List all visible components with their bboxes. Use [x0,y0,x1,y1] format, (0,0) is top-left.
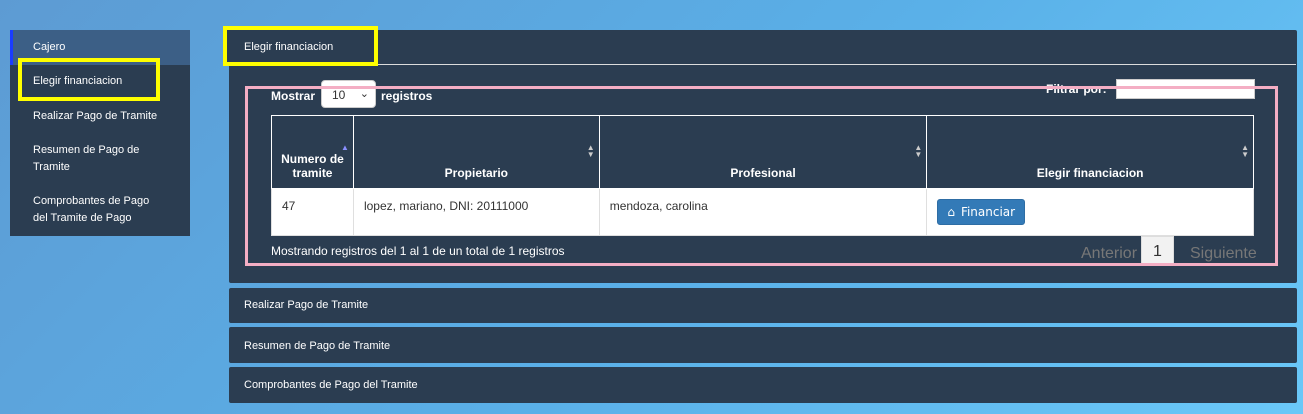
header-label: Elegir financiacion [1036,166,1144,180]
sidebar-item-resumen-pago[interactable]: Resumen de Pago de Tramite [10,142,160,176]
sidebar-item-realizar-pago[interactable]: Realizar Pago de Tramite [10,108,190,125]
records-label: registros [381,89,433,103]
panel-header-elegir-financiacion[interactable]: Elegir financiacion [227,30,376,65]
tab-divider [376,64,1296,65]
sort-icon: ▲ ▼ [1241,143,1249,159]
panel-comprobantes[interactable]: Comprobantes de Pago del Tramite [229,367,1297,403]
table-row: 47 lopez, mariano, DNI: 20111000 mendoza… [271,188,1254,236]
sidebar-item-label: Cajero [33,41,66,53]
table-header-row: Numero de tramite ▲ Propietario ▲ ▼ Profe… [271,115,1254,189]
pagination-page-1[interactable]: 1 [1141,236,1174,266]
chevron-down-icon: ⌄ [359,88,369,100]
pagination-previous[interactable]: Anterior [1081,245,1137,263]
panel-resumen-pago[interactable]: Resumen de Pago de Tramite [229,327,1297,363]
panel-title: Comprobantes de Pago del Tramite [244,379,418,391]
sidebar-menu: Cajero Elegir financiacion Realizar Pago… [10,30,190,236]
sidebar-item-label: Realizar Pago de Tramite [33,110,158,122]
sidebar-item-comprobantes[interactable]: Comprobantes de Pago del Tramite de Pago [10,193,170,227]
header-label: Numero de tramite [281,152,344,180]
panel-realizar-pago[interactable]: Realizar Pago de Tramite [229,288,1297,323]
column-header-profesional[interactable]: Profesional ▲ ▼ [598,115,928,189]
show-label: Mostrar [271,89,316,103]
page-length-value: 10 [332,88,346,102]
panel-title: Elegir financiacion [244,41,334,53]
column-header-numero[interactable]: Numero de tramite ▲ [271,115,354,189]
pagination-next[interactable]: Siguiente [1190,245,1257,263]
filter-label: Filtrar por: [1046,82,1107,96]
filter-input[interactable] [1116,79,1255,99]
panel-title: Resumen de Pago de Tramite [244,340,391,352]
home-icon: ⌂ [947,205,955,219]
page-length-select[interactable]: 10 ⌄ [321,80,376,108]
sidebar-item-elegir-financiacion[interactable]: Elegir financiacion [10,73,190,90]
financiar-label: Financiar [960,205,1016,219]
sidebar-item-label: Comprobantes de Pago del Tramite de Pago [33,195,150,224]
cell-action: ⌂ Financiar [926,188,1254,236]
header-label: Profesional [730,166,796,180]
tramites-table: Numero de tramite ▲ Propietario ▲ ▼ Profe… [271,115,1254,236]
header-label: Propietario [444,166,509,180]
sort-icon: ▲ ▼ [914,143,923,159]
financiar-button[interactable]: ⌂ Financiar [937,199,1026,225]
sidebar-item-label: Elegir financiacion [33,75,123,87]
table-info: Mostrando registros del 1 al 1 de un tot… [271,244,565,258]
cell-profesional: mendoza, carolina [598,188,928,236]
sort-icon: ▲ ▼ [586,143,595,159]
cell-numero: 47 [271,188,354,236]
cell-propietario: lopez, mariano, DNI: 20111000 [352,188,600,236]
sort-asc-icon: ▲ [341,143,349,152]
panel-title: Realizar Pago de Tramite [244,299,369,311]
sidebar-item-label: Resumen de Pago de Tramite [33,144,140,173]
column-header-propietario[interactable]: Propietario ▲ ▼ [352,115,600,189]
sidebar-item-cajero[interactable]: Cajero [10,30,190,65]
column-header-elegir-financiacion[interactable]: Elegir financiacion ▲ ▼ [926,115,1254,189]
